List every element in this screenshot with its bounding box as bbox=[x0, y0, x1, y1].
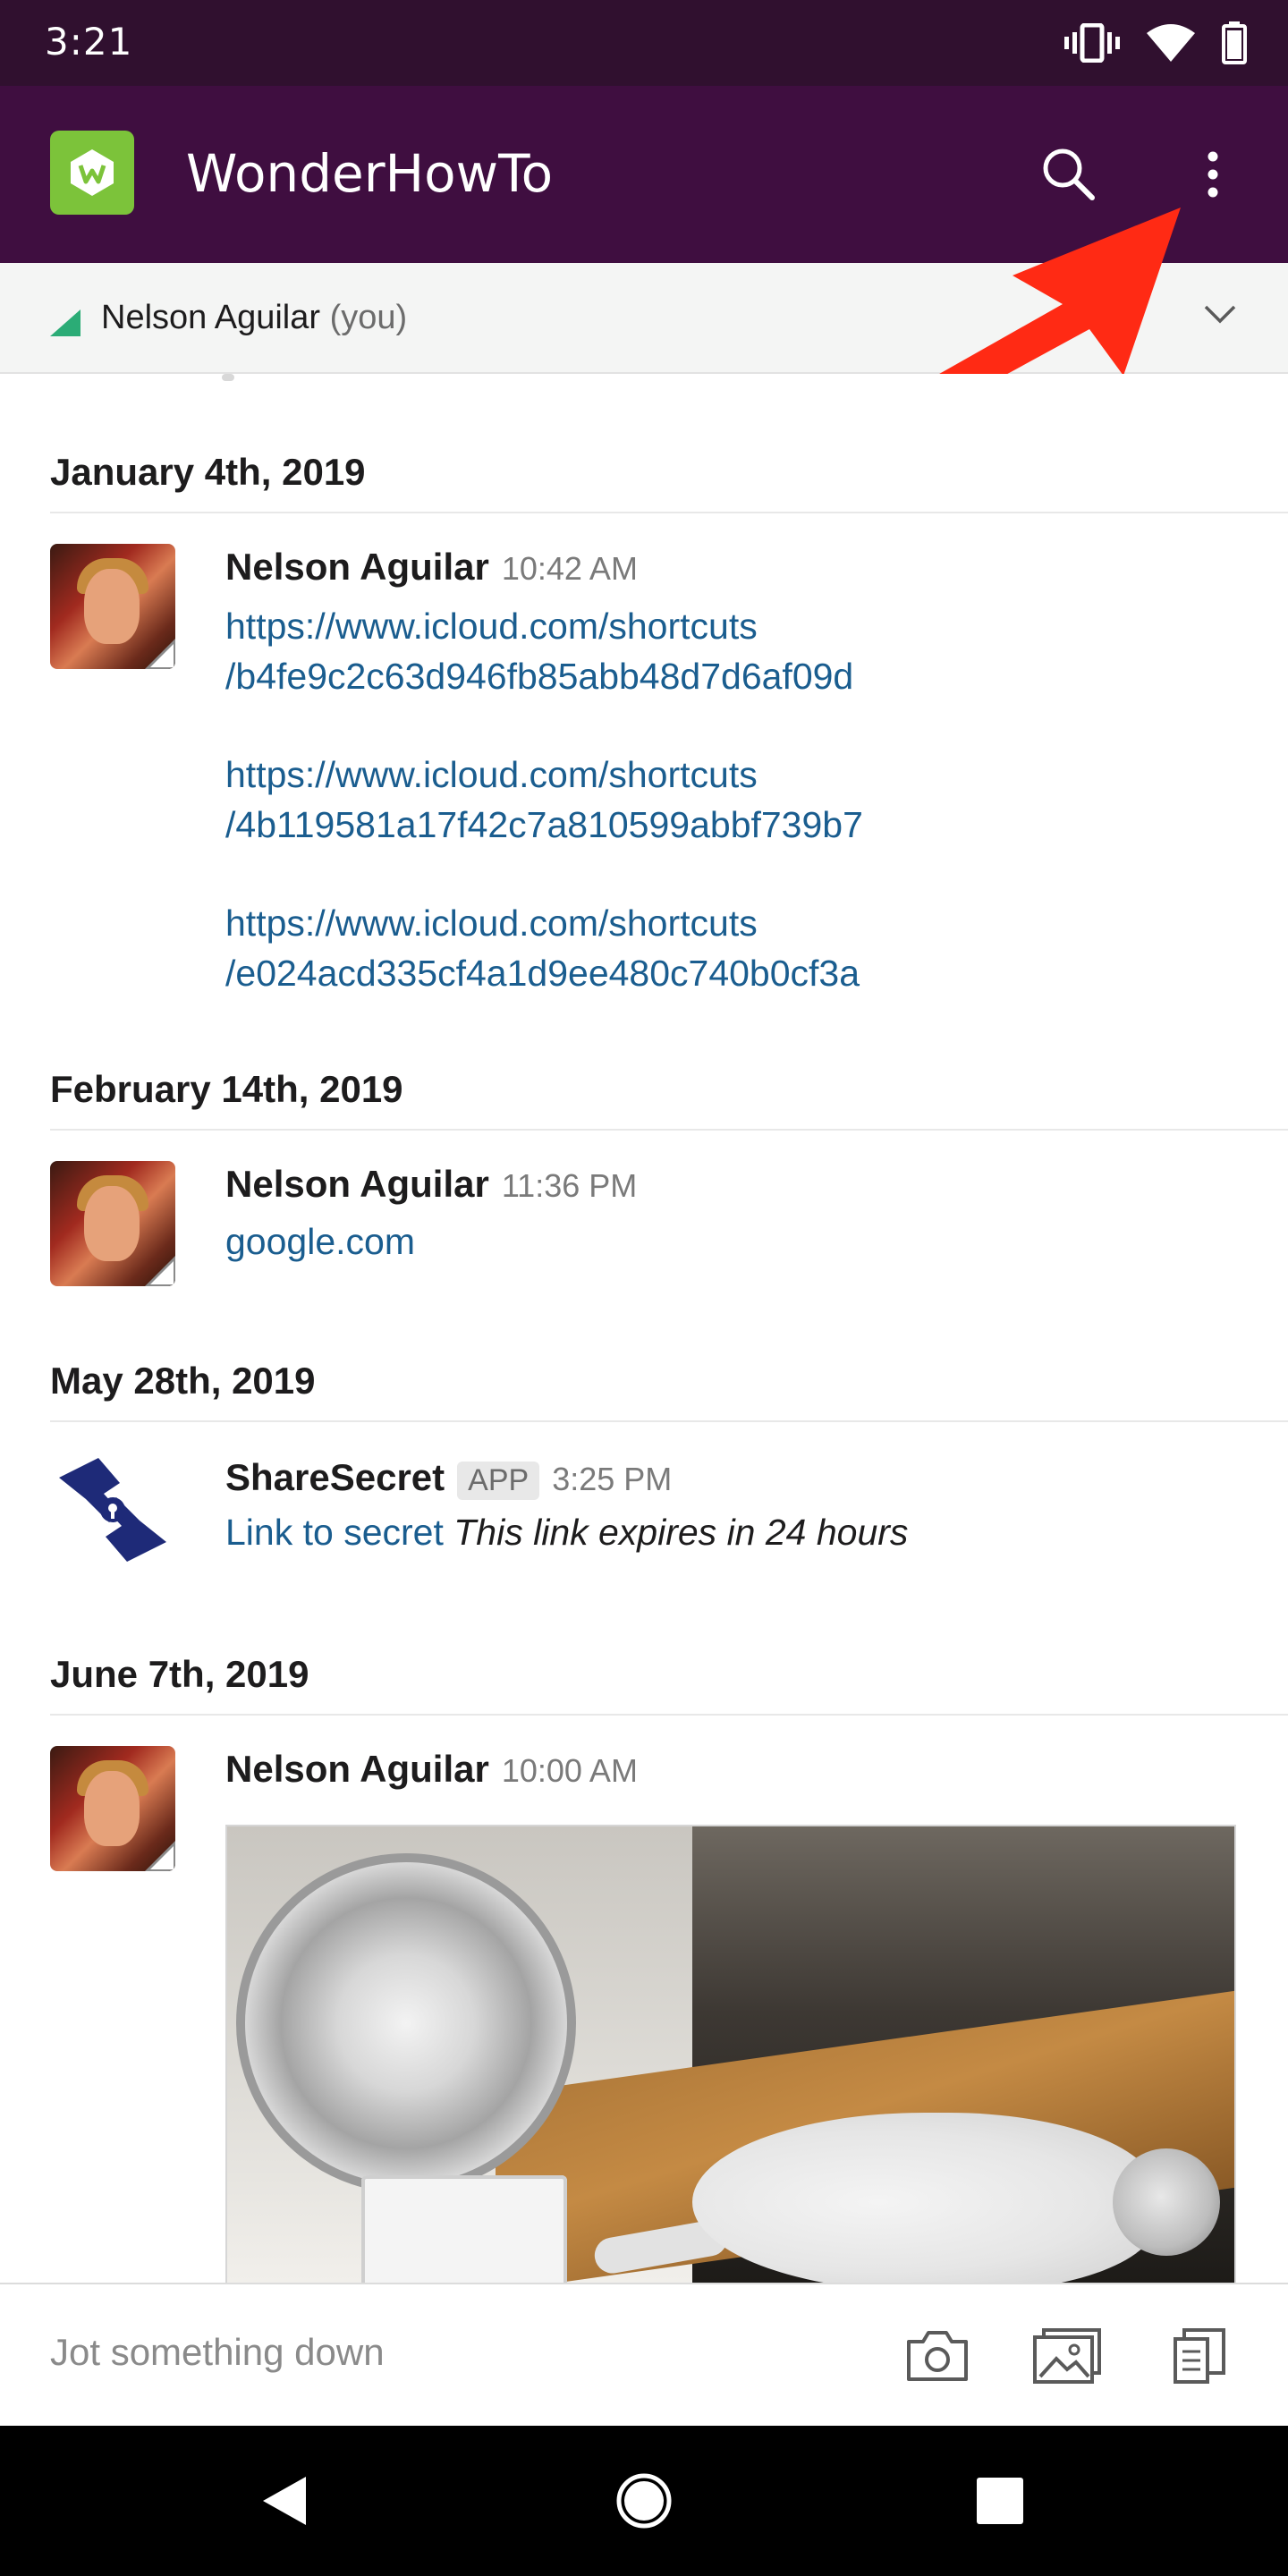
link-line: https://www.icloud.com/shortcuts bbox=[225, 754, 758, 795]
more-vert-icon bbox=[1208, 151, 1218, 198]
status-icons bbox=[1064, 18, 1247, 68]
gif-attachment[interactable] bbox=[225, 1825, 1236, 2283]
author-name[interactable]: Nelson Aguilar bbox=[225, 1163, 489, 1206]
message-time: 11:36 PM bbox=[501, 1167, 638, 1204]
author-name[interactable]: ShareSecret bbox=[225, 1456, 445, 1499]
vibrate-icon bbox=[1064, 23, 1120, 63]
files-icon bbox=[1174, 2328, 1225, 2384]
date-header: February 14th, 2019 bbox=[50, 1068, 403, 1110]
date-header: January 4th, 2019 bbox=[50, 451, 366, 493]
link-line: https://www.icloud.com/shortcuts bbox=[225, 902, 758, 944]
message-link[interactable]: https://www.icloud.com/shortcuts /4b1195… bbox=[225, 750, 863, 850]
message-link[interactable]: https://www.icloud.com/shortcuts /b4fe9c… bbox=[225, 601, 853, 701]
scrolled-message-fragment bbox=[222, 374, 234, 381]
status-time: 3:21 bbox=[45, 20, 133, 64]
sharesecret-app-icon[interactable] bbox=[50, 1447, 175, 1572]
message-link[interactable]: https://www.icloud.com/shortcuts /e024ac… bbox=[225, 898, 860, 998]
back-button[interactable] bbox=[249, 2465, 320, 2537]
date-divider bbox=[50, 1714, 1288, 1716]
link-line: https://www.icloud.com/shortcuts bbox=[225, 606, 758, 647]
camera-icon bbox=[907, 2331, 968, 2381]
author-name[interactable]: Nelson Aguilar bbox=[225, 546, 489, 589]
gallery-icon bbox=[1033, 2328, 1101, 2384]
message-time: 3:25 PM bbox=[552, 1461, 673, 1497]
link-line: /b4fe9c2c63d946fb85abb48d7d6af09d bbox=[225, 656, 854, 697]
message-header: Nelson Aguilar 11:36 PM bbox=[225, 1163, 637, 1206]
message-body: Link to secret This link expires in 24 h… bbox=[225, 1512, 908, 1554]
message-link[interactable]: google.com bbox=[225, 1216, 415, 1267]
secret-link[interactable]: Link to secret bbox=[225, 1512, 444, 1553]
author-name[interactable]: Nelson Aguilar bbox=[225, 1748, 489, 1791]
avatar[interactable] bbox=[50, 544, 175, 669]
channel-you-label: (you) bbox=[329, 299, 408, 336]
back-icon bbox=[263, 2477, 306, 2525]
home-icon bbox=[616, 2473, 672, 2529]
app-logo[interactable] bbox=[50, 131, 134, 215]
status-bar: 3:21 bbox=[0, 0, 1288, 86]
system-nav-bar bbox=[0, 2426, 1288, 2576]
message-header: Nelson Aguilar 10:42 AM bbox=[225, 546, 638, 589]
workspace-logo-icon bbox=[71, 149, 114, 196]
link-line: /4b119581a17f42c7a810599abbf739b7 bbox=[225, 804, 863, 845]
search-icon bbox=[1043, 148, 1095, 200]
message-input[interactable]: Jot something down bbox=[50, 2331, 385, 2374]
recents-button[interactable] bbox=[964, 2465, 1036, 2537]
chevron-down-icon[interactable] bbox=[1204, 304, 1236, 324]
message-time: 10:42 AM bbox=[501, 550, 638, 587]
search-button[interactable] bbox=[1038, 143, 1098, 204]
app-badge: APP bbox=[457, 1462, 540, 1500]
message-feed[interactable]: January 4th, 2019 Nelson Aguilar 10:42 A… bbox=[0, 374, 1288, 2283]
wifi-icon bbox=[1147, 24, 1195, 62]
channel-title: Nelson Aguilar (you) bbox=[101, 299, 407, 337]
message-time: 10:00 AM bbox=[501, 1752, 638, 1789]
avatar[interactable] bbox=[50, 1161, 175, 1286]
home-button[interactable] bbox=[608, 2465, 680, 2537]
avatar[interactable] bbox=[50, 1746, 175, 1871]
date-header: June 7th, 2019 bbox=[50, 1653, 309, 1695]
files-button[interactable] bbox=[1165, 2324, 1236, 2388]
presence-icon bbox=[50, 309, 80, 336]
workspace-title[interactable]: WonderHowTo bbox=[186, 143, 553, 204]
battery-icon bbox=[1222, 21, 1247, 64]
message-header: ShareSecret APP 3:25 PM bbox=[225, 1456, 672, 1500]
expiry-note: This link expires in 24 hours bbox=[453, 1512, 909, 1553]
date-divider bbox=[50, 1129, 1288, 1131]
date-divider bbox=[50, 1420, 1288, 1422]
message-composer: Jot something down bbox=[0, 2283, 1288, 2426]
message-header: Nelson Aguilar 10:00 AM bbox=[225, 1748, 638, 1791]
link-line: /e024acd335cf4a1d9ee480c740b0cf3a bbox=[225, 953, 860, 994]
channel-user-name: Nelson Aguilar bbox=[101, 299, 321, 336]
date-header: May 28th, 2019 bbox=[50, 1360, 316, 1402]
camera-button[interactable] bbox=[902, 2324, 973, 2388]
date-divider bbox=[50, 512, 1288, 513]
gallery-button[interactable] bbox=[1032, 2324, 1104, 2388]
recents-icon bbox=[977, 2478, 1023, 2524]
